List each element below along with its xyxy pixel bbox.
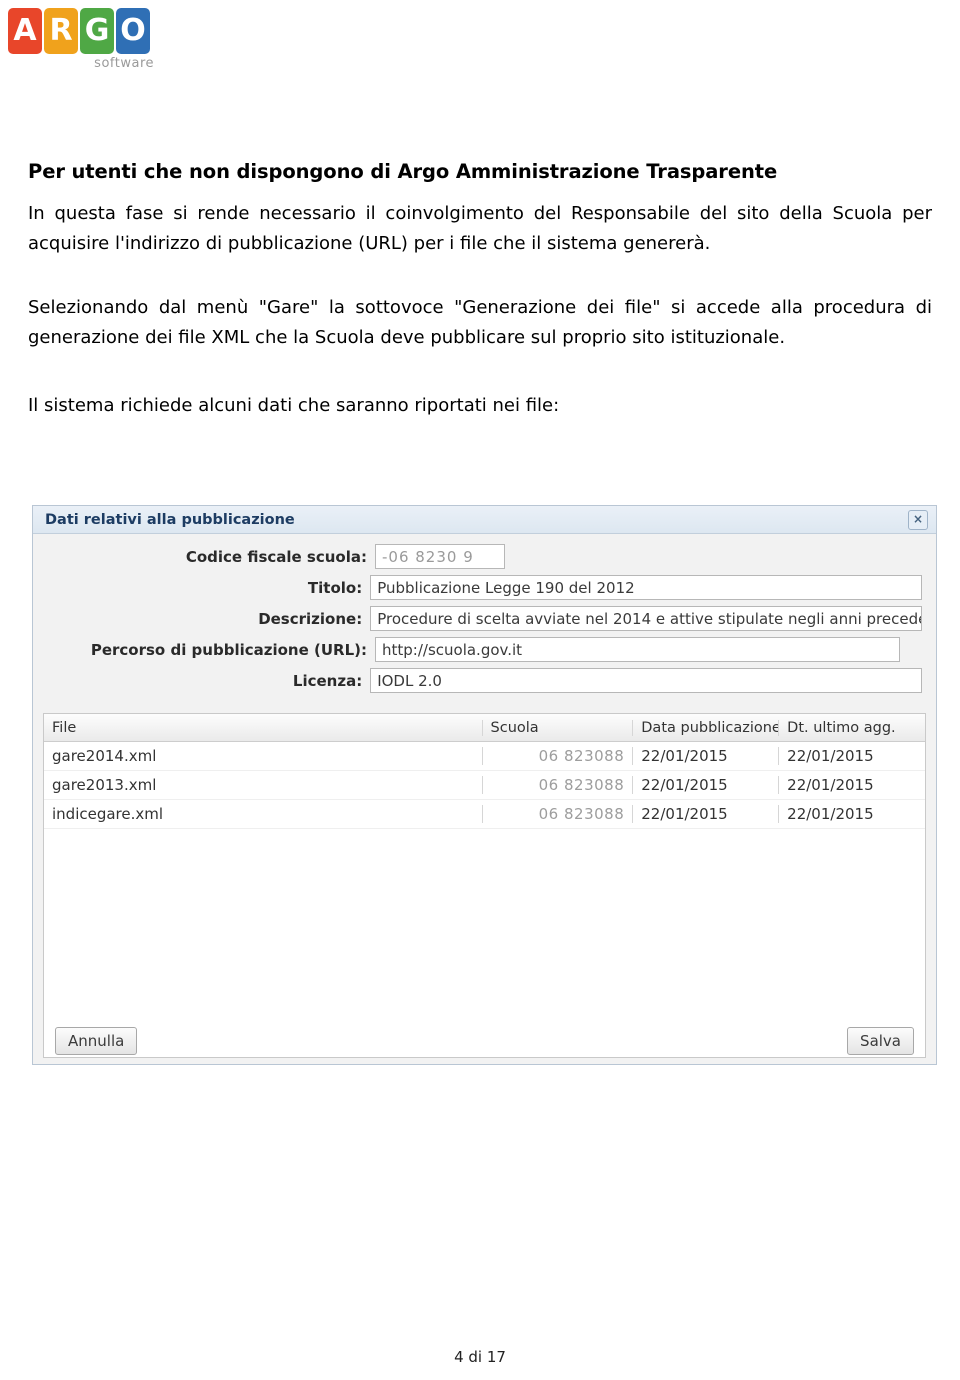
- table-row[interactable]: gare2013.xml 06 823088 22/01/2015 22/01/…: [44, 771, 925, 800]
- close-icon[interactable]: ×: [908, 509, 928, 530]
- dialog-title: Dati relativi alla pubblicazione: [45, 511, 295, 528]
- cell-scuola: 06 823088: [483, 805, 634, 823]
- dialog-titlebar: Dati relativi alla pubblicazione ×: [33, 506, 936, 534]
- cancel-button[interactable]: Annulla: [55, 1027, 138, 1055]
- column-header-data-pubblicazione[interactable]: Data pubblicazione: [633, 719, 780, 736]
- cell-data-pubblicazione: 22/01/2015: [633, 805, 780, 823]
- field-row-licenza: Licenza: IODL 2.0: [47, 668, 922, 693]
- logo-letter-r: R: [44, 8, 78, 54]
- logo-letters: A R G O: [8, 8, 156, 54]
- table-row[interactable]: gare2014.xml 06 823088 22/01/2015 22/01/…: [44, 742, 925, 771]
- input-url[interactable]: http://scuola.gov.it: [375, 637, 900, 662]
- field-row-codice-fiscale: Codice fiscale scuola: -06 8230 9: [47, 544, 922, 569]
- paragraph-3: Il sistema richiede alcuni dati che sara…: [28, 395, 560, 416]
- logo-subtitle: software: [94, 56, 154, 71]
- field-row-url: Percorso di pubblicazione (URL): http://…: [47, 637, 922, 662]
- logo-letter-g: G: [80, 8, 114, 54]
- column-header-scuola[interactable]: Scuola: [483, 719, 634, 736]
- column-header-ultimo-agg[interactable]: Dt. ultimo agg.: [779, 720, 925, 736]
- cell-file: gare2014.xml: [44, 747, 483, 765]
- cell-data-pubblicazione: 22/01/2015: [633, 776, 780, 794]
- cell-file: gare2013.xml: [44, 776, 483, 794]
- cell-ultimo-agg: 22/01/2015: [787, 805, 874, 823]
- cell-scuola: 06 823088: [483, 776, 634, 794]
- logo-letter-o: O: [116, 8, 150, 54]
- label-licenza: Licenza:: [292, 671, 363, 690]
- argo-logo: A R G O software: [8, 8, 156, 80]
- paragraph-2: Selezionando dal menù "Gare" la sottovoc…: [28, 297, 932, 348]
- input-titolo[interactable]: Pubblicazione Legge 190 del 2012: [370, 575, 922, 600]
- dialog-button-bar: Annulla Salva: [33, 1024, 936, 1058]
- label-codice-fiscale: Codice fiscale scuola:: [185, 547, 367, 566]
- cell-data-pubblicazione: 22/01/2015: [633, 747, 780, 765]
- files-table: File Scuola Data pubblicazione Dt. ultim…: [43, 713, 926, 1058]
- cell-ultimo-agg: 22/01/2015: [787, 776, 874, 794]
- input-licenza[interactable]: IODL 2.0: [370, 668, 922, 693]
- paragraph-1: In questa fase si rende necessario il co…: [28, 203, 932, 254]
- field-row-descrizione: Descrizione: Procedure di scelta avviate…: [47, 606, 922, 631]
- page-number: 4 di 17: [454, 1348, 506, 1366]
- save-button[interactable]: Salva: [847, 1027, 914, 1055]
- document-body: Per utenti che non dispongono di Argo Am…: [28, 160, 932, 421]
- table-header-row: File Scuola Data pubblicazione Dt. ultim…: [44, 714, 925, 742]
- page-title: Per utenti che non dispongono di Argo Am…: [28, 160, 778, 183]
- cell-scuola: 06 823088: [483, 747, 634, 765]
- label-titolo: Titolo:: [307, 578, 363, 597]
- field-row-titolo: Titolo: Pubblicazione Legge 190 del 2012: [47, 575, 922, 600]
- input-descrizione[interactable]: Procedure di scelta avviate nel 2014 e a…: [370, 606, 922, 631]
- logo-letter-a: A: [8, 8, 42, 54]
- label-url: Percorso di pubblicazione (URL):: [90, 640, 367, 659]
- label-descrizione: Descrizione:: [258, 609, 363, 628]
- dialog-form: Codice fiscale scuola: -06 8230 9 Titolo…: [33, 534, 936, 705]
- cell-ultimo-agg: 22/01/2015: [787, 747, 874, 765]
- table-row[interactable]: indicegare.xml 06 823088 22/01/2015 22/0…: [44, 800, 925, 829]
- dialog-screenshot: Dati relativi alla pubblicazione × Codic…: [32, 505, 937, 1065]
- input-codice-fiscale[interactable]: -06 8230 9: [375, 544, 505, 569]
- cell-file: indicegare.xml: [44, 805, 483, 823]
- column-header-file[interactable]: File: [44, 719, 483, 736]
